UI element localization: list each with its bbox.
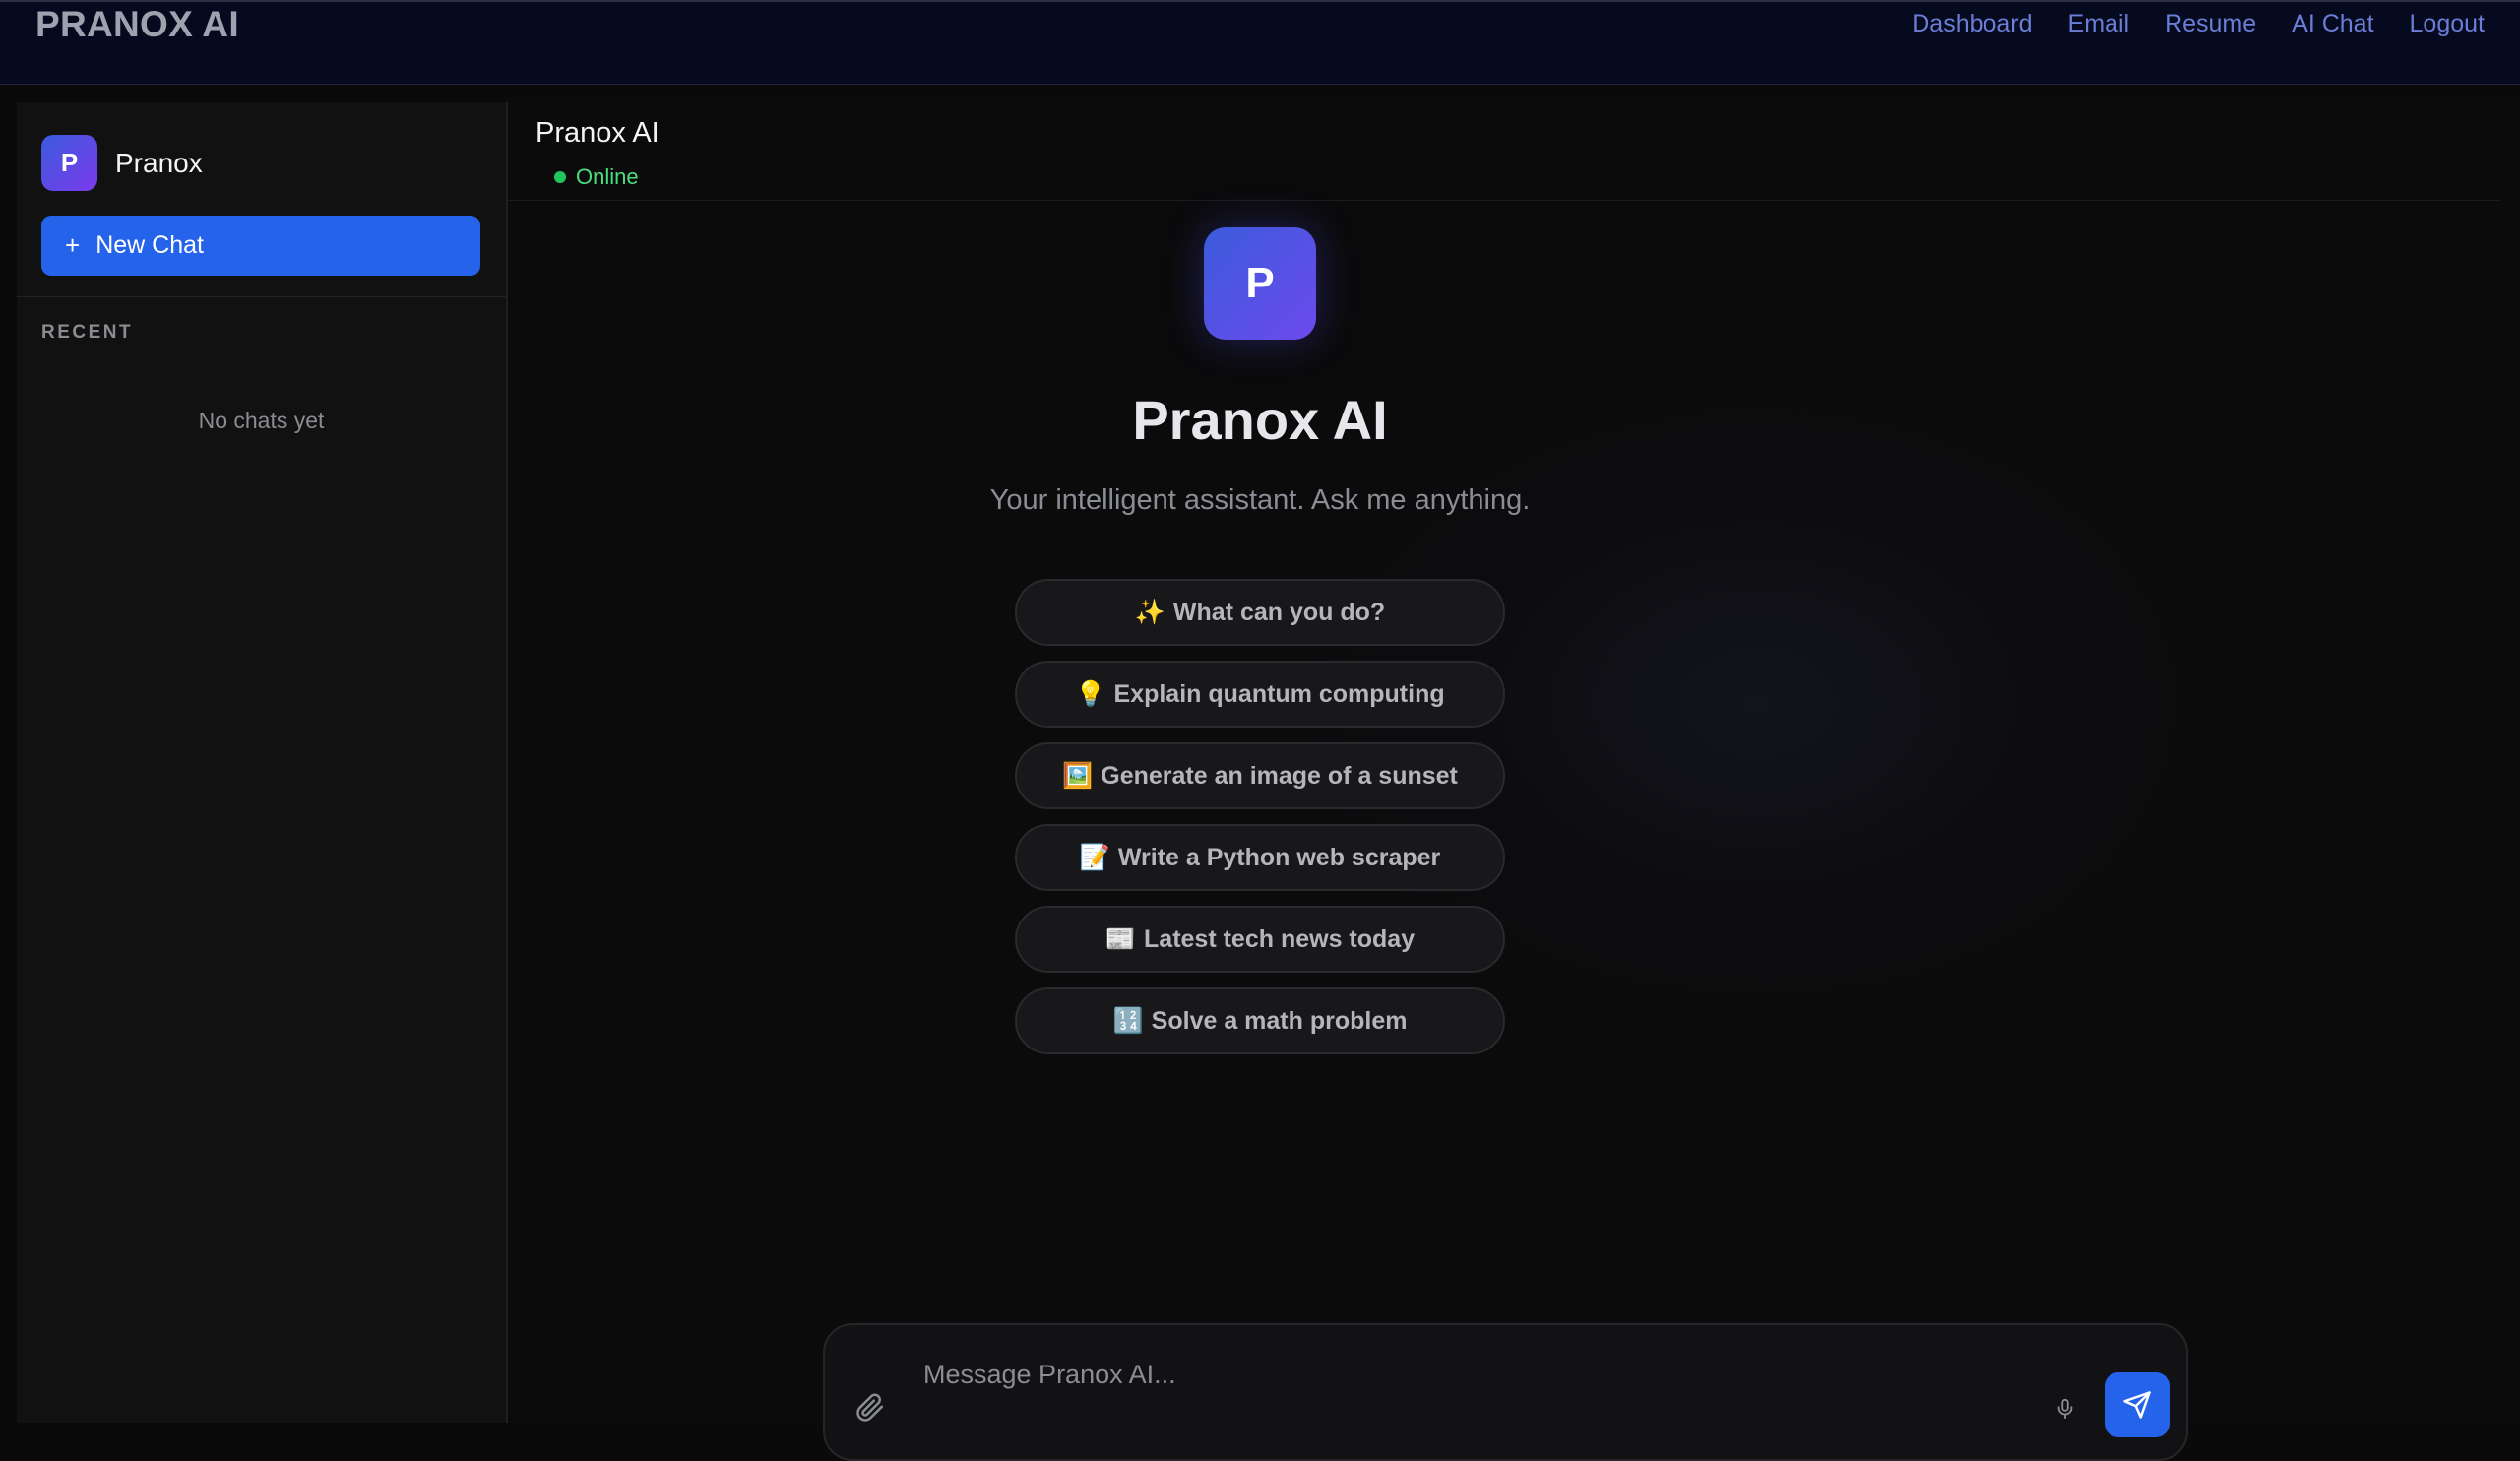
microphone-icon (2057, 1398, 2073, 1420)
newspaper-icon: 📰 (1104, 924, 1137, 953)
suggestion-tech-news[interactable]: 📰 Latest tech news today (1015, 906, 1505, 973)
suggestion-explain-quantum[interactable]: 💡 Explain quantum computing (1015, 661, 1505, 728)
nav-link-resume[interactable]: Resume (2165, 10, 2256, 38)
send-icon (2123, 1391, 2151, 1419)
suggestion-label: Write a Python web scraper (1117, 843, 1441, 871)
suggestion-what-can-you-do[interactable]: ✨ What can you do? (1015, 579, 1505, 646)
paperclip-icon (856, 1393, 884, 1422)
picture-icon: 🖼️ (1062, 761, 1094, 790)
suggestion-generate-image[interactable]: 🖼️ Generate an image of a sunset (1015, 742, 1505, 809)
message-composer (823, 1323, 2188, 1461)
send-button[interactable] (2105, 1372, 2170, 1437)
sidebar-divider (17, 296, 506, 297)
hero-avatar: P (1204, 227, 1316, 340)
brand-logo-text[interactable]: PRANOX AI (35, 4, 239, 45)
memo-icon: 📝 (1079, 843, 1110, 871)
nav-link-dashboard[interactable]: Dashboard (1912, 10, 2032, 38)
lightbulb-icon: 💡 (1075, 679, 1106, 708)
top-navbar: PRANOX AI Dashboard Email Resume AI Chat… (0, 0, 2520, 85)
message-input[interactable] (923, 1355, 2006, 1394)
top-nav: Dashboard Email Resume AI Chat Logout (1912, 10, 2485, 38)
suggestion-python-scraper[interactable]: 📝 Write a Python web scraper (1015, 824, 1505, 891)
chat-header: Pranox AI Online (508, 102, 2500, 201)
nav-link-ai-chat[interactable]: AI Chat (2292, 10, 2373, 38)
new-chat-button[interactable]: + New Chat (41, 216, 480, 276)
sidebar-header: P Pranox (41, 135, 203, 191)
suggestion-math-problem[interactable]: 🔢 Solve a math problem (1015, 987, 1505, 1054)
suggestion-label: Generate an image of a sunset (1101, 761, 1458, 790)
nav-link-logout[interactable]: Logout (2410, 10, 2485, 38)
attach-button[interactable] (852, 1388, 888, 1428)
status-text: Online (576, 164, 639, 189)
online-dot-icon (554, 171, 566, 183)
chat-title: Pranox AI (536, 117, 660, 149)
hero-subtitle: Your intelligent assistant. Ask me anyth… (989, 484, 1531, 516)
sparkles-icon: ✨ (1134, 598, 1166, 626)
empty-chats-text: No chats yet (198, 408, 325, 433)
plus-icon: + (65, 230, 81, 260)
sidebar-user-name: Pranox (115, 147, 203, 178)
sidebar-avatar: P (41, 135, 97, 191)
status-indicator: Online (554, 164, 639, 190)
suggestion-label: Latest tech news today (1144, 924, 1416, 953)
recent-heading: RECENT (41, 322, 134, 343)
numbers-icon: 🔢 (1112, 1006, 1144, 1035)
chat-sidebar: P Pranox + New Chat RECENT No chats yet (17, 102, 508, 1423)
suggestion-label: Explain quantum computing (1113, 679, 1445, 708)
new-chat-label: New Chat (95, 231, 204, 259)
suggestion-label: Solve a math problem (1151, 1006, 1408, 1035)
chat-main: Pranox AI Online P Pranox AI Your intell… (508, 102, 2520, 1461)
suggestion-label: What can you do? (1172, 598, 1386, 626)
hero-title: Pranox AI (1132, 389, 1388, 451)
mic-button[interactable] (2050, 1392, 2080, 1426)
suggestion-list: ✨ What can you do? 💡 Explain quantum com… (1015, 579, 1505, 1054)
nav-link-email[interactable]: Email (2068, 10, 2130, 38)
